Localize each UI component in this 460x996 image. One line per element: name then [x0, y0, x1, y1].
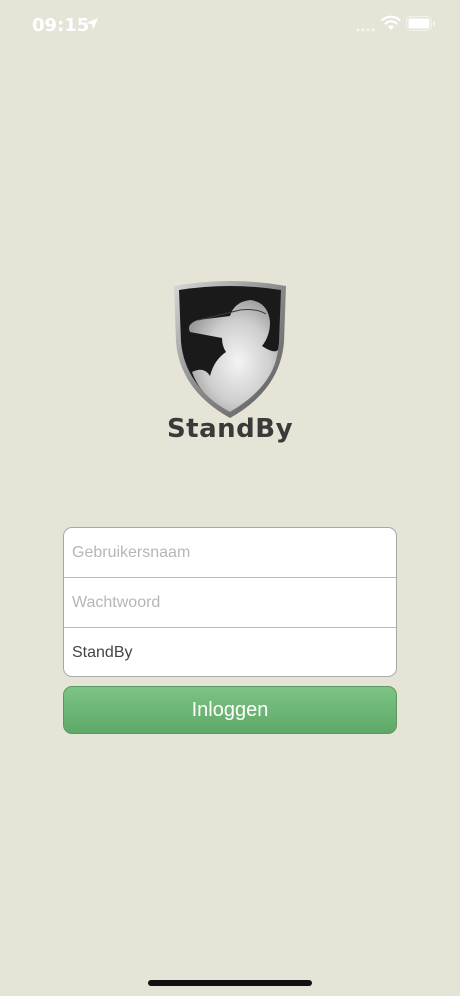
password-field-row — [64, 578, 396, 628]
password-input[interactable] — [64, 578, 396, 627]
battery-icon — [406, 16, 435, 31]
app-logo-text: StandBy — [166, 414, 294, 444]
home-indicator[interactable] — [148, 980, 312, 986]
username-input[interactable] — [64, 528, 396, 577]
status-bar: 09:15 — [0, 0, 460, 50]
environment-field-row[interactable]: StandBy — [64, 628, 396, 676]
username-field-row — [64, 528, 396, 578]
wifi-icon — [381, 15, 401, 30]
signal-icon — [356, 28, 375, 32]
status-time: 09:15 — [32, 15, 90, 36]
environment-field[interactable]: StandBy — [72, 644, 132, 662]
location-arrow-icon — [86, 18, 98, 30]
login-form: StandBy — [63, 527, 397, 677]
login-button[interactable]: Inloggen — [63, 686, 397, 734]
